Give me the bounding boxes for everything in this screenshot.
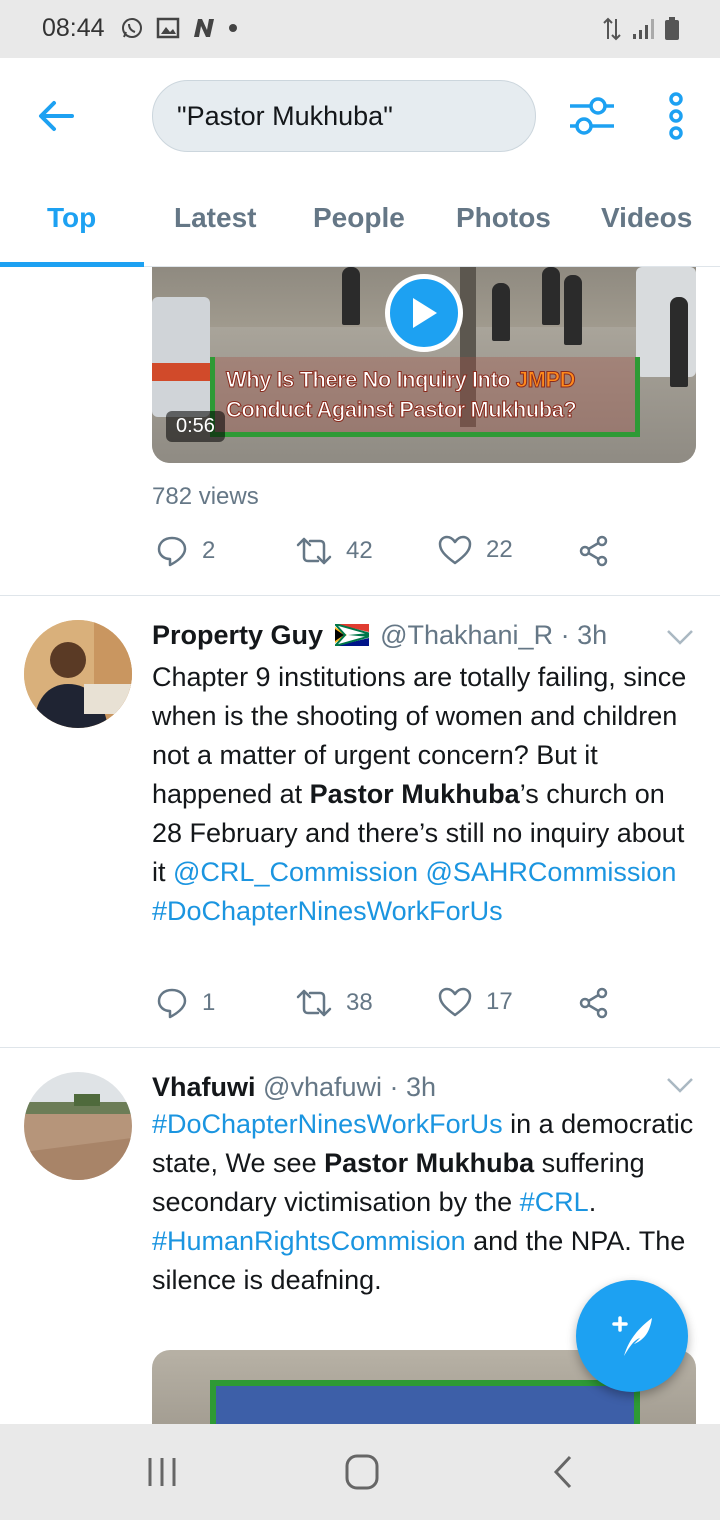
whatsapp-icon <box>122 18 142 38</box>
gallery-icon <box>156 17 180 39</box>
compose-tweet-icon <box>612 1316 652 1356</box>
chevron-down-icon[interactable] <box>666 1075 694 1095</box>
search-tabs: Top Latest People Photos Videos <box>0 172 720 267</box>
tweet-text: Chapter 9 institutions are totally faili… <box>152 662 687 926</box>
video-title-line2: Conduct Against Pastor Mukhuba? <box>225 397 577 423</box>
thumbnail-car <box>152 297 210 417</box>
dot-icon <box>229 24 237 32</box>
share-button[interactable] <box>578 535 610 567</box>
hashtag-link[interactable]: #CRL <box>520 1187 589 1217</box>
retweet-icon <box>296 537 332 565</box>
tweet-actions: 1 38 17 <box>152 987 622 1031</box>
heart-icon <box>438 535 472 565</box>
retweet-count: 42 <box>346 537 373 564</box>
author-name[interactable]: Property Guy <box>152 620 323 650</box>
south-africa-flag-icon <box>331 622 370 648</box>
play-icon <box>413 298 437 328</box>
reply-count: 1 <box>202 989 216 1016</box>
video-title-line1: Why Is There No Inquiry Into JMPD <box>226 367 576 393</box>
author-name[interactable]: Vhafuwi <box>152 1072 256 1102</box>
separator: · <box>382 1072 406 1102</box>
share-icon <box>579 987 608 1019</box>
thumbnail-person <box>492 283 510 341</box>
retweet-button[interactable]: 38 <box>296 987 373 1019</box>
tab-people[interactable]: People <box>313 202 405 234</box>
more-vertical-icon[interactable] <box>662 92 690 140</box>
video-player[interactable]: Why Is There No Inquiry Into JMPD Conduc… <box>152 267 696 463</box>
search-query-text: "Pastor Mukhuba" <box>177 100 393 131</box>
tweet-header: Vhafuwi @vhafuwi · 3h <box>152 1072 436 1103</box>
user-photo <box>24 1072 132 1180</box>
tab-photos[interactable]: Photos <box>456 202 551 234</box>
retweet-count: 38 <box>346 989 373 1016</box>
heart-icon <box>438 987 472 1017</box>
tab-latest[interactable]: Latest <box>174 202 256 234</box>
tweet-header: Property Guy @Thakhani_R · 3h <box>152 620 607 651</box>
tweet-text: #DoChapterNinesWorkForUs in a democratic… <box>152 1109 694 1295</box>
home-icon[interactable] <box>342 1454 382 1490</box>
like-count: 22 <box>486 536 513 563</box>
search-input[interactable]: "Pastor Mukhuba" <box>152 80 536 152</box>
filter-icon[interactable] <box>566 92 618 140</box>
separator: · <box>553 620 578 650</box>
tweet-time: 3h <box>577 620 608 650</box>
media-thumbnail <box>210 1380 640 1424</box>
system-icons <box>602 17 680 41</box>
tab-videos[interactable]: Videos <box>601 202 692 234</box>
reply-icon <box>157 536 187 567</box>
tab-top[interactable]: Top <box>47 202 96 234</box>
like-button[interactable]: 22 <box>438 535 513 565</box>
retweet-button[interactable]: 42 <box>296 535 373 567</box>
recents-icon[interactable] <box>142 1454 182 1490</box>
back-icon[interactable] <box>544 1454 584 1490</box>
chevron-down-icon[interactable] <box>666 627 694 647</box>
like-button[interactable]: 17 <box>438 987 513 1017</box>
mention-link[interactable]: @SAHRCommission <box>426 857 677 887</box>
reply-button[interactable]: 1 <box>156 987 215 1019</box>
author-handle[interactable]: @Thakhani_R <box>380 620 553 650</box>
notification-icons <box>120 16 238 40</box>
tweet-time: 3h <box>406 1072 437 1102</box>
play-button[interactable] <box>385 274 463 352</box>
share-icon <box>579 535 608 567</box>
thumbnail-person <box>542 267 560 325</box>
search-results-feed[interactable]: Why Is There No Inquiry Into JMPD Conduc… <box>0 267 720 1424</box>
back-arrow-icon[interactable] <box>32 92 80 140</box>
view-count: 782 views <box>152 483 259 510</box>
thumbnail-person <box>564 275 582 345</box>
author-handle[interactable]: @vhafuwi <box>263 1072 382 1102</box>
tweet-actions: 2 42 22 <box>152 535 622 579</box>
avatar[interactable] <box>24 1072 132 1180</box>
share-button[interactable] <box>578 987 610 1019</box>
hashtag-link[interactable]: #DoChapterNinesWorkForUs <box>152 896 503 926</box>
tweet-divider <box>0 595 720 596</box>
thumbnail-person <box>670 297 688 387</box>
tweet-divider <box>0 1047 720 1048</box>
data-arrows-icon <box>603 17 621 41</box>
search-app-bar: "Pastor Mukhuba" <box>0 58 720 172</box>
n-app-icon <box>194 19 214 37</box>
thumbnail-car-stripe <box>152 363 210 381</box>
system-navigation-bar <box>0 1424 720 1520</box>
like-count: 17 <box>486 988 513 1015</box>
reply-button[interactable]: 2 <box>156 535 215 567</box>
thumbnail-person <box>342 267 360 325</box>
compose-tweet-button[interactable] <box>576 1280 688 1392</box>
avatar[interactable] <box>24 620 132 728</box>
reply-icon <box>157 988 187 1019</box>
hashtag-link[interactable]: #HumanRightsCommision <box>152 1226 466 1256</box>
battery-icon <box>665 17 679 40</box>
video-duration: 0:56 <box>166 411 225 442</box>
signal-icon <box>633 19 654 39</box>
hashtag-link[interactable]: #DoChapterNinesWorkForUs <box>152 1109 503 1139</box>
mention-link[interactable]: @CRL_Commission <box>173 857 418 887</box>
user-photo <box>24 620 132 728</box>
status-bar: 08:44 <box>0 0 720 58</box>
reply-count: 2 <box>202 537 216 564</box>
status-time: 08:44 <box>42 14 105 42</box>
retweet-icon <box>296 989 332 1017</box>
